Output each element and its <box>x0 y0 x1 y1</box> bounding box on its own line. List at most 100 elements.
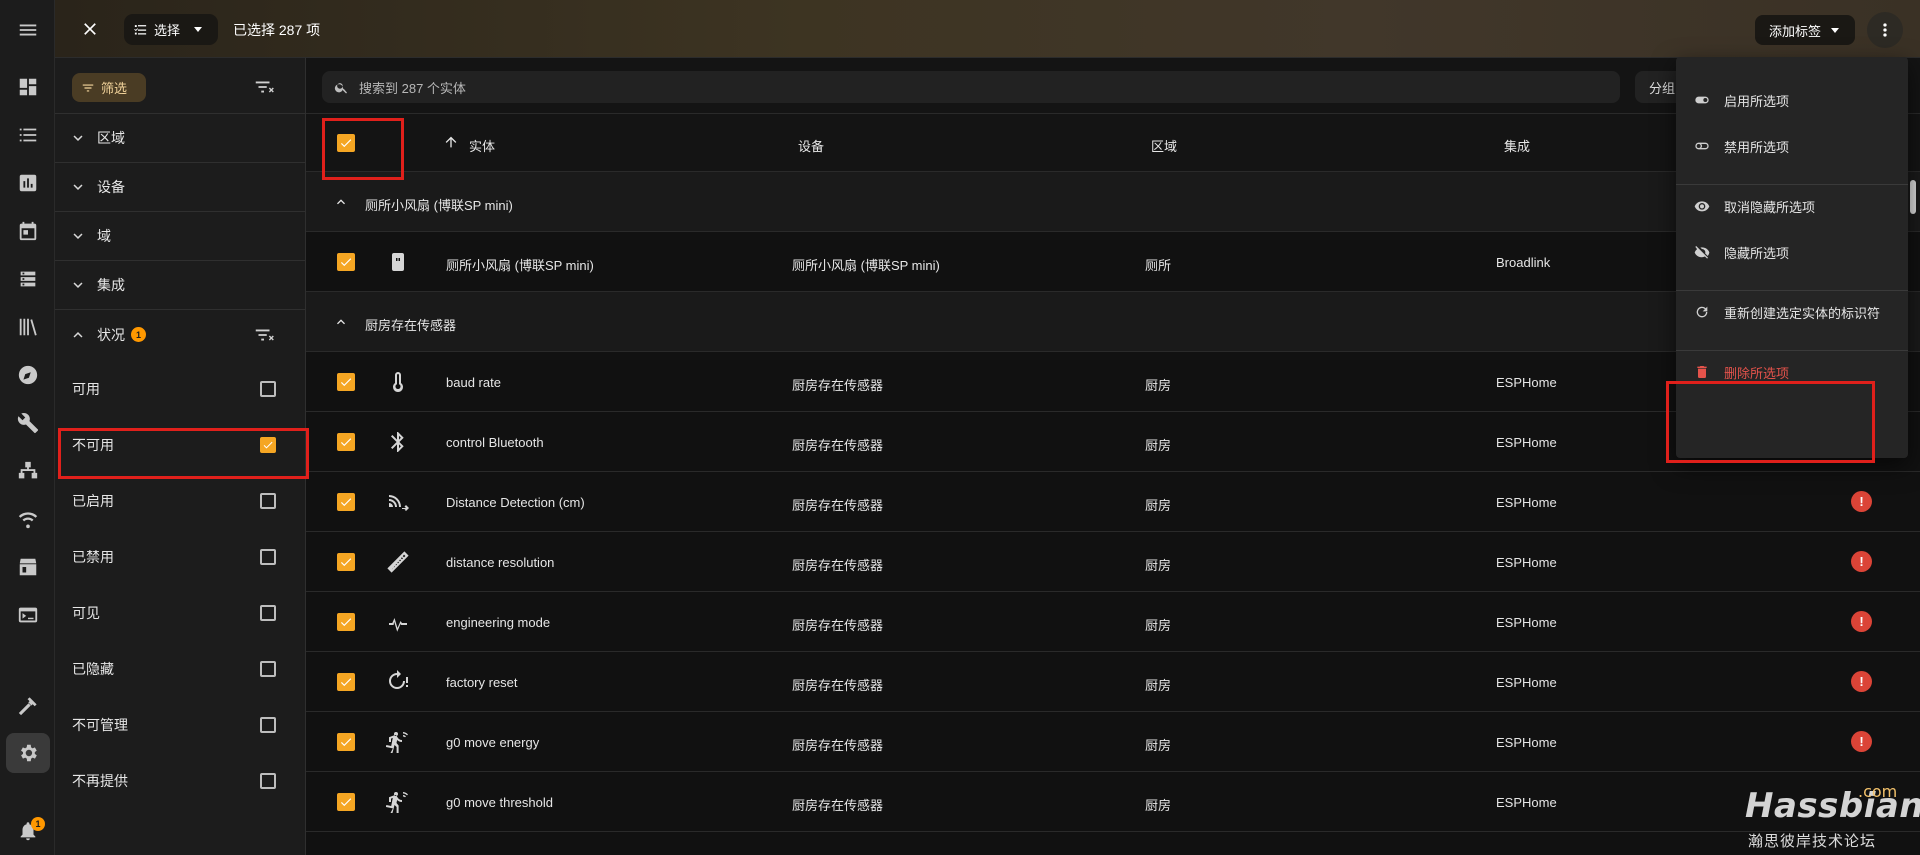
status-option[interactable]: 已禁用 <box>55 529 305 585</box>
filter-section-label: 设备 <box>97 179 125 195</box>
filter-header: 筛选 <box>55 58 305 114</box>
overview-icon[interactable] <box>0 65 55 109</box>
check-icon <box>340 618 352 627</box>
chevron-up-icon <box>333 314 349 330</box>
notifications-icon[interactable]: 1 <box>0 809 55 853</box>
filter-section-device[interactable]: 设备 <box>55 163 305 212</box>
wrench-icon[interactable] <box>0 401 55 445</box>
unavailable-alert-icon[interactable]: ! <box>1851 551 1872 572</box>
check-icon <box>340 498 352 507</box>
status-options: 可用 不可用 已启用 已禁用 可见 已隐藏 不可管理 不再提供 <box>55 359 305 809</box>
cell-entity: factory reset <box>446 675 518 690</box>
menu-item-disable-selected[interactable]: 禁用所选项 <box>1676 123 1908 169</box>
calendar-icon[interactable] <box>0 209 55 253</box>
row-checkbox[interactable] <box>337 673 355 691</box>
logbook-icon[interactable] <box>0 113 55 157</box>
row-checkbox[interactable] <box>337 613 355 631</box>
select-list-icon <box>134 25 147 35</box>
option-checkbox[interactable] <box>260 437 276 453</box>
table-row[interactable]: factory reset 厨房存在传感器 厨房 ESPHome ! <box>306 652 1920 712</box>
hammer-icon[interactable] <box>0 684 55 728</box>
filter-chip[interactable]: 筛选 <box>72 73 146 102</box>
menu-item-enable-selected[interactable]: 启用所选项 <box>1676 77 1908 123</box>
sitemap-icon[interactable] <box>0 449 55 493</box>
row-checkbox[interactable] <box>337 433 355 451</box>
cell-integration: ESPHome <box>1496 375 1557 390</box>
row-checkbox[interactable] <box>337 493 355 511</box>
option-label: 不再提供 <box>72 773 128 789</box>
row-checkbox[interactable] <box>337 553 355 571</box>
table-row[interactable]: engineering mode 厨房存在传感器 厨房 ESPHome ! <box>306 592 1920 652</box>
status-option[interactable]: 已启用 <box>55 473 305 529</box>
select-mode-dropdown[interactable]: 选择 <box>124 14 218 45</box>
terminal-icon[interactable] <box>0 593 55 637</box>
close-selection-button[interactable] <box>75 14 105 44</box>
clear-filters-button[interactable] <box>253 76 275 98</box>
column-header-entity[interactable]: 实体 <box>469 136 495 155</box>
chevron-down-icon <box>1831 27 1840 33</box>
filter-section-domain[interactable]: 域 <box>55 212 305 261</box>
status-option[interactable]: 不可管理 <box>55 697 305 753</box>
option-checkbox[interactable] <box>260 773 276 789</box>
clear-status-filter-button[interactable] <box>253 324 275 346</box>
menu-icon[interactable] <box>0 8 55 52</box>
more-options-button[interactable] <box>1867 12 1903 48</box>
column-header-device[interactable]: 设备 <box>798 136 824 155</box>
list-box-icon[interactable] <box>0 257 55 301</box>
row-checkbox[interactable] <box>337 793 355 811</box>
table-row[interactable]: Distance Detection (cm) 厨房存在传感器 厨房 ESPHo… <box>306 472 1920 532</box>
check-icon <box>340 558 352 567</box>
column-header-integration[interactable]: 集成 <box>1504 136 1530 155</box>
check-icon <box>340 678 352 687</box>
table-row[interactable]: distance resolution 厨房存在传感器 厨房 ESPHome ! <box>306 532 1920 592</box>
status-option[interactable]: 不可用 <box>55 417 305 473</box>
cell-area: 厨房 <box>1145 498 1172 513</box>
filter-section-label: 集成 <box>97 277 125 293</box>
row-checkbox[interactable] <box>337 253 355 271</box>
option-checkbox[interactable] <box>260 549 276 565</box>
wifi-icon[interactable] <box>0 497 55 541</box>
select-all-checkbox[interactable] <box>337 134 355 152</box>
status-option[interactable]: 不再提供 <box>55 753 305 809</box>
scrollbar-thumb[interactable] <box>1910 180 1916 214</box>
filter-section-integration[interactable]: 集成 <box>55 261 305 310</box>
status-option[interactable]: 已隐藏 <box>55 641 305 697</box>
add-tag-button[interactable]: 添加标签 <box>1755 15 1855 45</box>
menu-item-delete-selected[interactable]: 删除所选项 <box>1676 349 1908 395</box>
menu-item-unhide-selected[interactable]: 取消隐藏所选项 <box>1676 183 1908 229</box>
option-checkbox[interactable] <box>260 661 276 677</box>
filter-section-area[interactable]: 区域 <box>55 114 305 163</box>
cell-area: 厨房 <box>1145 798 1172 813</box>
unavailable-alert-icon[interactable]: ! <box>1851 731 1872 752</box>
unavailable-alert-icon[interactable]: ! <box>1851 491 1872 512</box>
option-checkbox[interactable] <box>260 493 276 509</box>
group-by-label: 分组 <box>1649 80 1676 96</box>
option-checkbox[interactable] <box>260 605 276 621</box>
library-icon[interactable] <box>0 305 55 349</box>
menu-item-label: 重新创建选定实体的标识符 <box>1724 305 1881 321</box>
unavailable-alert-icon[interactable]: ! <box>1851 671 1872 692</box>
status-option[interactable]: 可见 <box>55 585 305 641</box>
column-header-area[interactable]: 区域 <box>1151 136 1177 155</box>
option-checkbox[interactable] <box>260 717 276 733</box>
row-checkbox[interactable] <box>337 373 355 391</box>
chevron-down-icon <box>73 184 83 190</box>
filter-section-status[interactable]: 状况 1 <box>55 310 305 359</box>
cell-entity: engineering mode <box>446 615 551 630</box>
menu-item-hide-selected[interactable]: 隐藏所选项 <box>1676 229 1908 275</box>
compass-icon[interactable] <box>0 353 55 397</box>
sort-arrow-up-icon[interactable] <box>443 134 459 150</box>
status-option[interactable]: 可用 <box>55 361 305 417</box>
option-checkbox[interactable] <box>260 381 276 397</box>
history-icon[interactable] <box>0 161 55 205</box>
cell-device: 厨房存在传感器 <box>792 378 884 393</box>
table-row[interactable]: g0 move threshold 厨房存在传感器 厨房 ESPHome <box>306 772 1920 832</box>
unavailable-alert-icon[interactable]: ! <box>1851 611 1872 632</box>
option-label: 已隐藏 <box>72 661 114 677</box>
search-input[interactable]: 搜索到 287 个实体 <box>322 71 1620 103</box>
menu-item-regenerate-ids[interactable]: 重新创建选定实体的标识符 <box>1676 289 1908 335</box>
settings-nav-item[interactable] <box>0 731 55 775</box>
hacs-icon[interactable] <box>0 545 55 589</box>
table-row[interactable]: g0 move energy 厨房存在传感器 厨房 ESPHome ! <box>306 712 1920 772</box>
row-checkbox[interactable] <box>337 733 355 751</box>
